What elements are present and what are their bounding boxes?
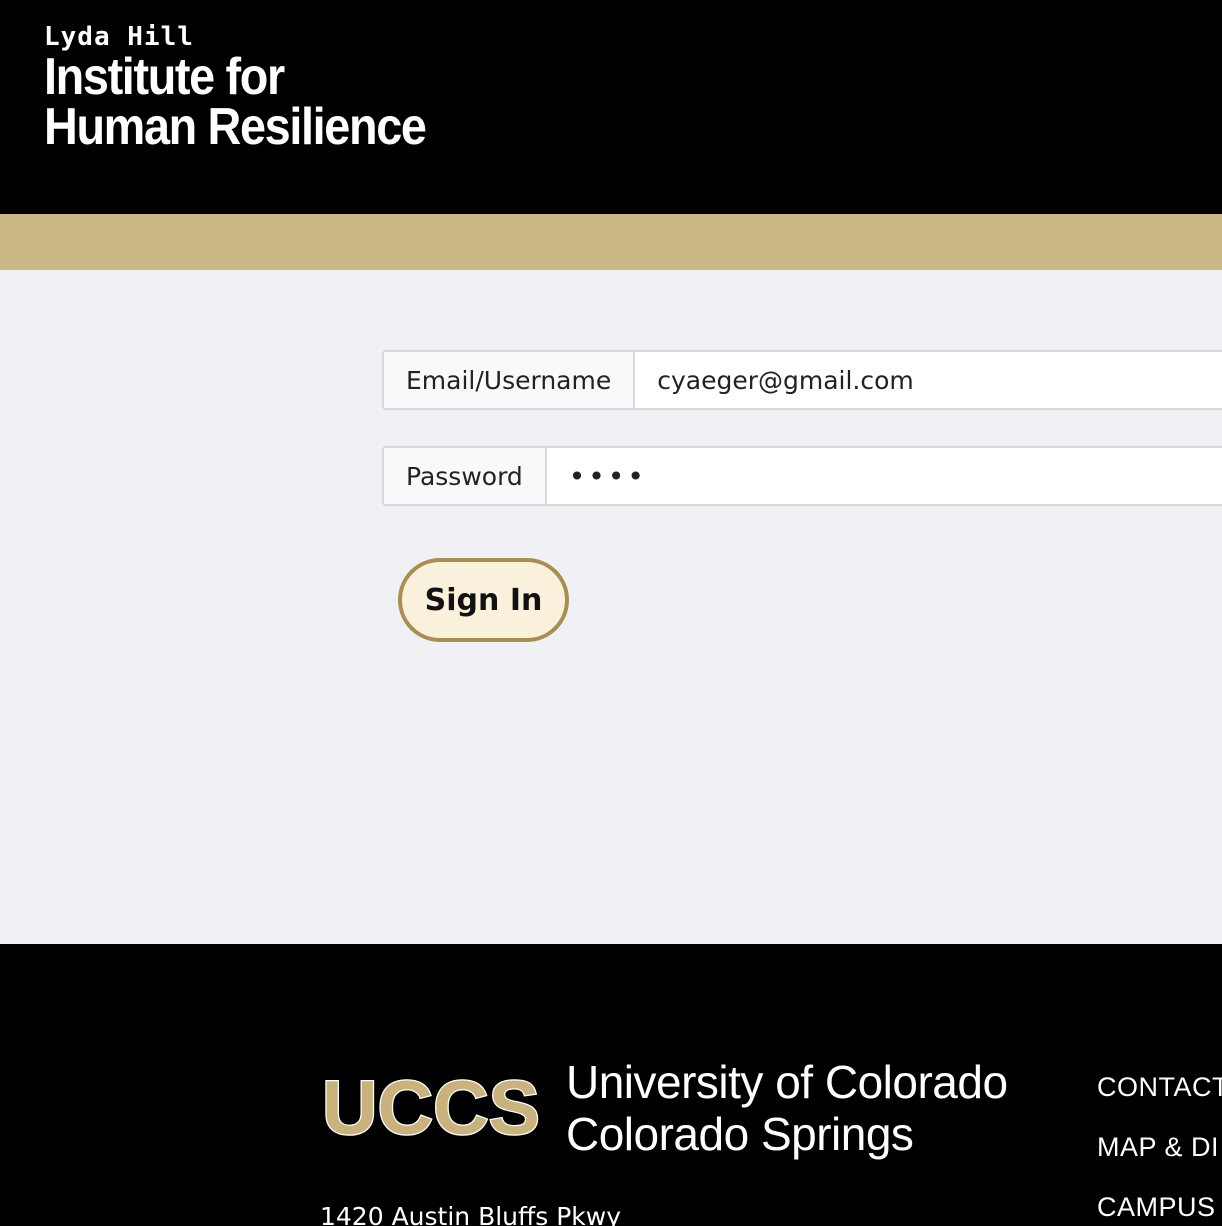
logo-line-2: Institute for: [44, 48, 285, 106]
site-footer: UCCS University of Colorado Colorado Spr…: [0, 944, 1222, 1226]
university-line-1: University of Colorado: [566, 1056, 1008, 1108]
email-field[interactable]: [635, 352, 1222, 408]
logo-line-3: Human Resilience: [44, 98, 427, 156]
email-label: Email/Username: [384, 352, 636, 408]
password-field[interactable]: [546, 448, 1222, 504]
university-name[interactable]: University of Colorado Colorado Springs: [566, 1056, 1008, 1160]
institute-logo[interactable]: Lyda Hill Institute for Human Resilience: [44, 22, 468, 156]
footer-link-map[interactable]: MAP & DI: [1097, 1132, 1219, 1163]
site-header: Lyda Hill Institute for Human Resilience: [0, 0, 1222, 214]
uccs-wordmark: UCCS: [322, 1074, 540, 1140]
footer-address: 1420 Austin Bluffs Pkwy: [320, 1202, 622, 1226]
uccs-logo[interactable]: UCCS: [317, 1074, 545, 1140]
university-line-2: Colorado Springs: [566, 1108, 914, 1160]
password-field-group: Password: [382, 446, 1222, 506]
sign-in-button[interactable]: Sign In: [398, 558, 569, 642]
footer-link-campus[interactable]: CAMPUS: [1097, 1192, 1216, 1223]
email-field-group: Email/Username: [382, 350, 1222, 410]
password-label: Password: [384, 448, 547, 504]
footer-link-contact[interactable]: CONTACT: [1097, 1072, 1222, 1103]
gold-band: [0, 214, 1222, 270]
